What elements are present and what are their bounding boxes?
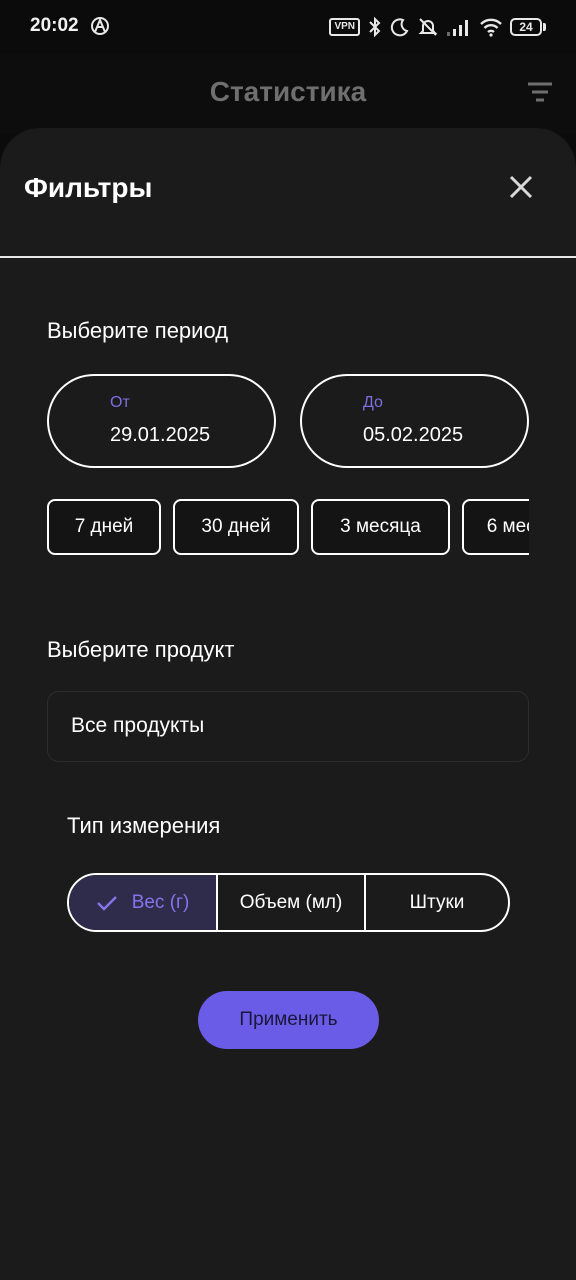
sheet-title: Фильтры	[24, 172, 153, 203]
status-time: 20:02	[30, 15, 79, 36]
period-presets: 7 дней 30 дней 3 месяца 6 месяцев	[47, 498, 529, 556]
segment-volume[interactable]: Объем (мл)	[216, 875, 364, 930]
segment-weight[interactable]: Вес (г)	[69, 875, 216, 930]
preset-3-months[interactable]: 3 месяца	[311, 499, 450, 555]
status-bar: 20:02 VPN 24	[0, 0, 576, 54]
moon-icon	[390, 18, 409, 37]
date-to-label: До	[363, 394, 383, 411]
preset-6-months[interactable]: 6 месяцев	[462, 499, 529, 555]
battery-icon: 24	[510, 18, 546, 36]
close-icon[interactable]	[506, 172, 536, 202]
segment-pieces[interactable]: Штуки	[364, 875, 508, 930]
period-label: Выберите период	[47, 318, 229, 343]
alert-a-icon	[91, 17, 109, 35]
segment-weight-label: Вес (г)	[131, 891, 190, 913]
mute-icon	[418, 18, 438, 36]
segment-pieces-label: Штуки	[409, 891, 465, 913]
date-from-field[interactable]: От 29.01.2025	[47, 374, 276, 468]
status-icons: VPN 24	[329, 14, 546, 40]
product-label: Выберите продукт	[47, 637, 235, 662]
filters-sheet: Фильтры Выберите период От 29.01.2025 До…	[0, 128, 576, 1280]
app-header: Статистика	[0, 54, 576, 134]
filter-icon[interactable]	[526, 78, 554, 106]
product-select[interactable]: Все продукты	[47, 691, 529, 762]
sheet-divider	[0, 256, 576, 258]
measure-label: Тип измерения	[67, 813, 221, 838]
signal-icon	[447, 20, 468, 36]
wifi-icon	[480, 18, 502, 37]
date-from-value: 29.01.2025	[110, 424, 211, 446]
battery-level: 24	[510, 18, 542, 36]
product-select-value: Все продукты	[71, 714, 205, 737]
apply-button[interactable]: Применить	[198, 991, 379, 1049]
measure-segmented-control: Вес (г) Объем (мл) Штуки	[67, 873, 510, 932]
check-icon	[96, 895, 117, 911]
preset-7-days[interactable]: 7 дней	[47, 499, 161, 555]
date-to-field[interactable]: До 05.02.2025	[300, 374, 529, 468]
segment-volume-label: Объем (мл)	[239, 891, 343, 913]
bluetooth-icon	[369, 16, 381, 38]
date-to-value: 05.02.2025	[363, 424, 464, 446]
preset-30-days[interactable]: 30 дней	[173, 499, 299, 555]
date-from-label: От	[110, 394, 130, 411]
vpn-icon: VPN	[329, 18, 360, 36]
page-title: Статистика	[209, 76, 367, 107]
